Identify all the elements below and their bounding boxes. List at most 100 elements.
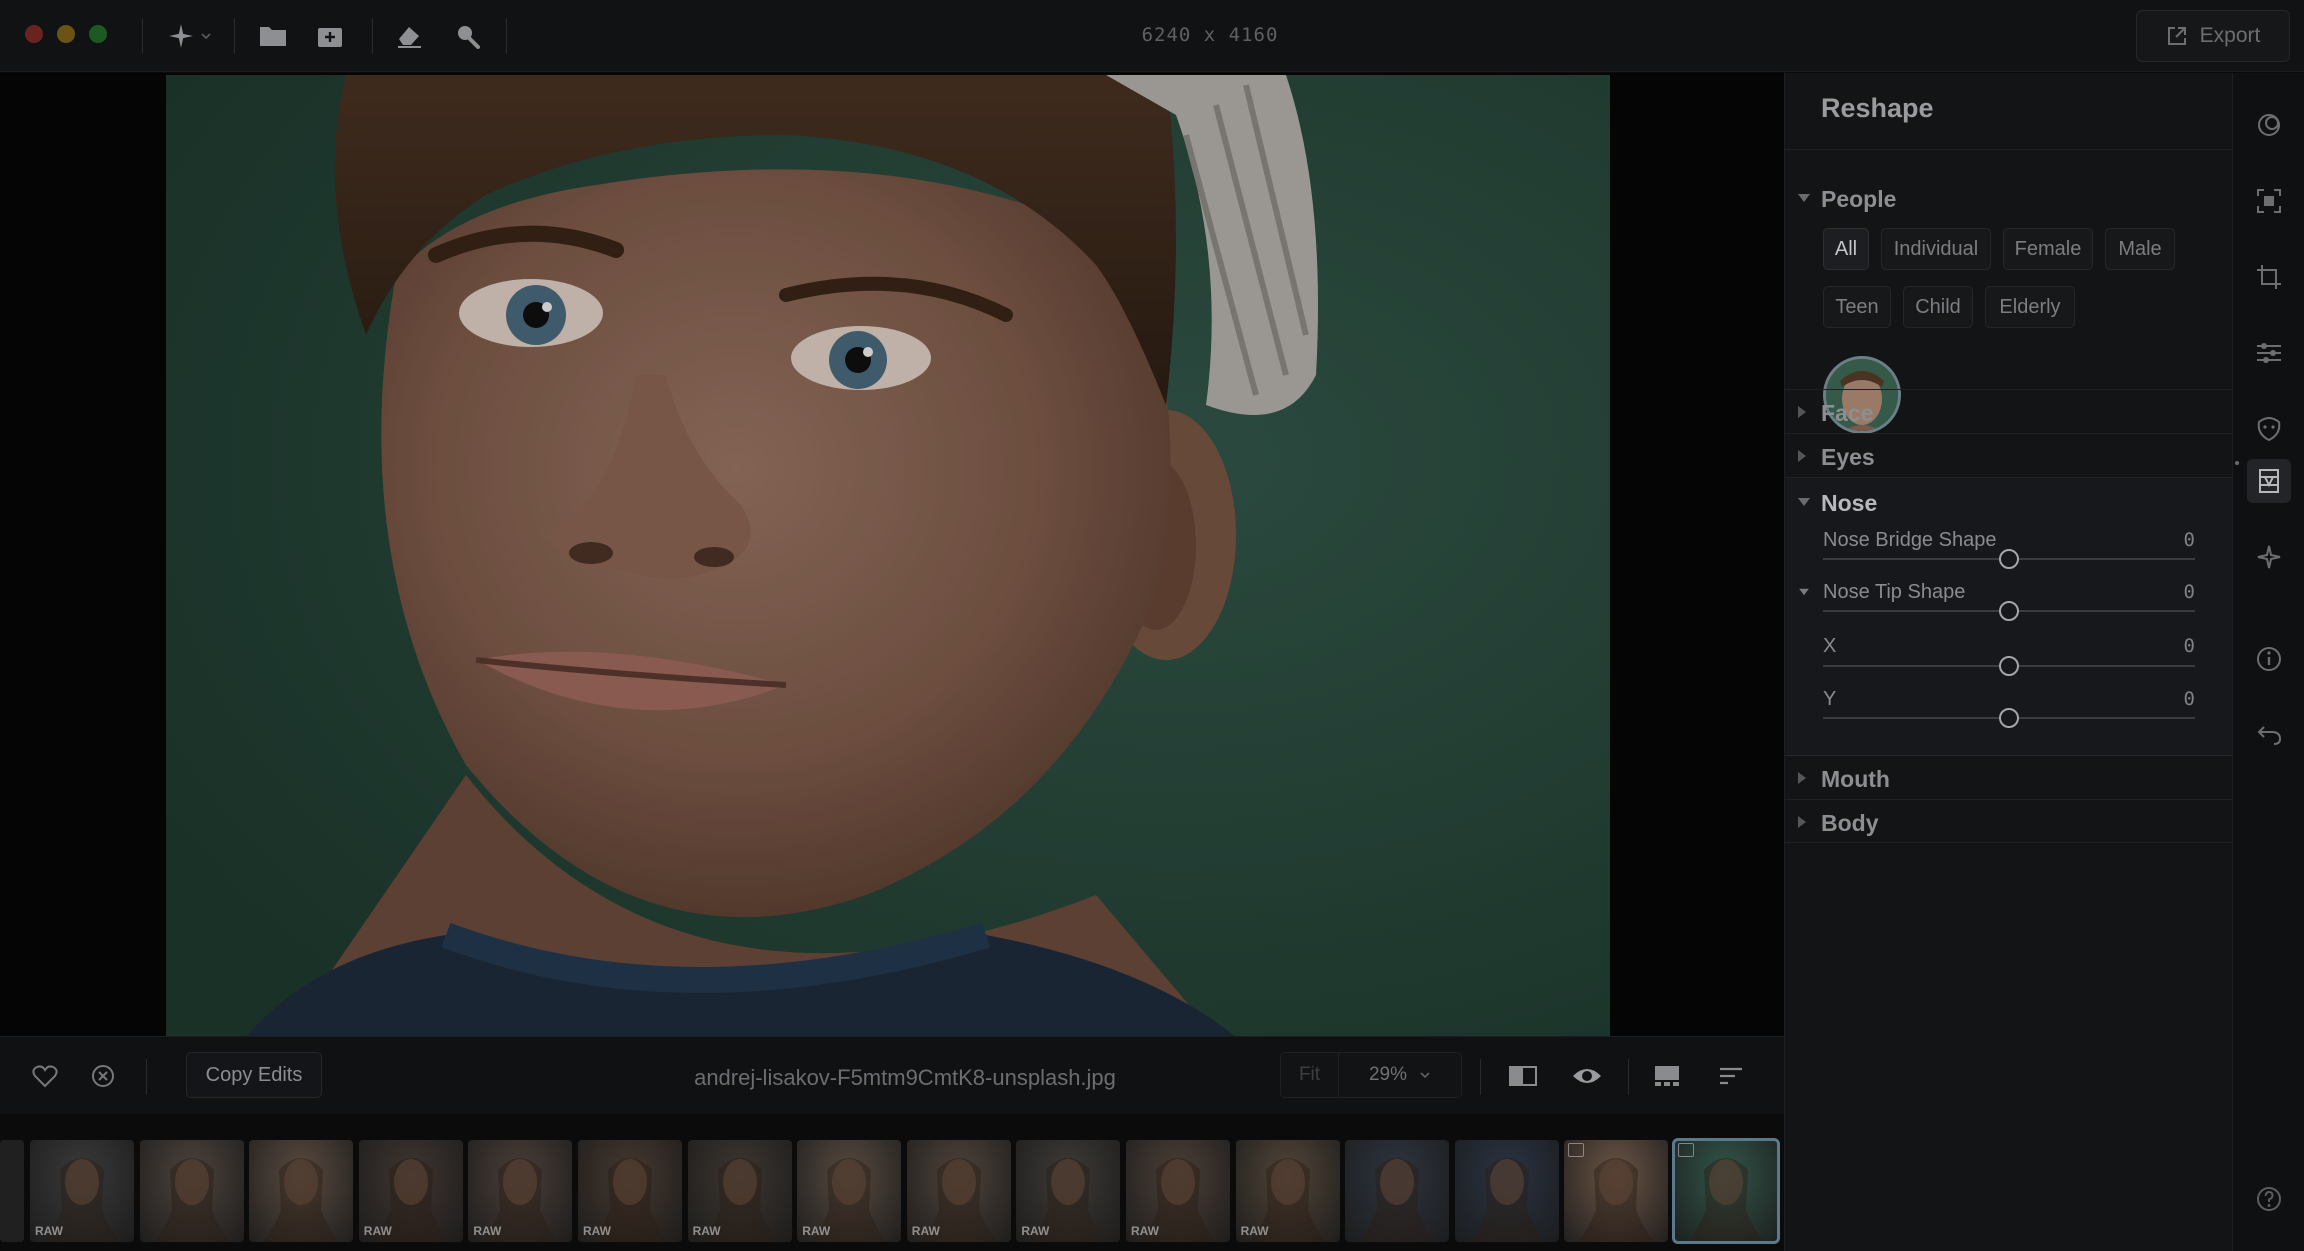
filter-female[interactable]: Female: [2003, 228, 2093, 270]
people-section-header[interactable]: People: [1821, 186, 1896, 213]
infobar-divider: [1628, 1059, 1629, 1095]
infobar-divider: [146, 1059, 147, 1095]
filter-child[interactable]: Child: [1903, 286, 1973, 328]
filter-elderly[interactable]: Elderly: [1985, 286, 2075, 328]
filmstrip-thumbnail[interactable]: RAW: [1235, 1140, 1340, 1242]
filter-individual[interactable]: Individual: [1881, 228, 1991, 270]
mask-icon: [2258, 114, 2280, 136]
body-section[interactable]: Body: [1785, 799, 2233, 843]
preview-toggle-button[interactable]: [1570, 1059, 1604, 1093]
raw-badge: RAW: [1240, 1224, 1269, 1238]
adjustments-tool-button[interactable]: [2247, 331, 2291, 375]
slider-knob[interactable]: [1999, 708, 2019, 728]
window-close-button[interactable]: [25, 25, 43, 43]
slider-knob[interactable]: [1999, 656, 2019, 676]
face-retouch-tool-button[interactable]: [2247, 407, 2291, 451]
thumbnail-image: [153, 1158, 230, 1242]
ai-enhance-tool-button[interactable]: [2247, 535, 2291, 579]
filter-all[interactable]: All: [1823, 228, 1869, 270]
nose-bridge-shape-slider[interactable]: [1823, 549, 2195, 569]
search-button[interactable]: [450, 16, 484, 56]
help-button[interactable]: [2247, 1177, 2291, 1221]
filmstrip-thumbnail[interactable]: RAW: [30, 1140, 134, 1242]
sort-button[interactable]: [1714, 1059, 1748, 1093]
undo-history-button[interactable]: [2247, 713, 2291, 757]
panel-title: Reshape: [1821, 93, 1934, 123]
info-button[interactable]: [2247, 637, 2291, 681]
mouth-section-header: Mouth: [1821, 766, 1890, 792]
portrait-photo: [166, 75, 1610, 1037]
filter-teen[interactable]: Teen: [1823, 286, 1891, 328]
eraser-button[interactable]: [392, 16, 426, 56]
filmstrip-thumbnail[interactable]: RAW: [797, 1140, 902, 1242]
nose-tip-shape-value[interactable]: 0: [2184, 581, 2195, 603]
nose-y-slider[interactable]: [1823, 708, 2195, 728]
filmstrip-thumbnail[interactable]: RAW: [906, 1140, 1011, 1242]
image-canvas[interactable]: [0, 73, 1784, 1037]
compare-button[interactable]: [1506, 1059, 1540, 1093]
select-subject-tool-button[interactable]: [2247, 179, 2291, 223]
raw-badge: RAW: [692, 1224, 721, 1238]
raw-badge: RAW: [911, 1224, 940, 1238]
slider-knob[interactable]: [1999, 549, 2019, 569]
body-section-header: Body: [1821, 810, 1879, 836]
edited-badge-icon: [1568, 1143, 1585, 1157]
nose-x-slider[interactable]: [1823, 656, 2195, 676]
folder-icon: [260, 27, 286, 46]
caret-right-icon: [1798, 816, 1806, 828]
toolbar-divider: [234, 18, 235, 54]
nose-x-value[interactable]: 0: [2184, 635, 2195, 657]
filmstrip-thumbnail[interactable]: RAW: [358, 1140, 463, 1242]
zoom-level-select[interactable]: 29%: [1339, 1064, 1461, 1086]
filmstrip-thumbnail[interactable]: [1564, 1140, 1669, 1242]
raw-badge: RAW: [363, 1224, 392, 1238]
mouth-section[interactable]: Mouth: [1785, 755, 2233, 799]
filmstrip-thumbnail[interactable]: [139, 1140, 244, 1242]
filmstrip-icon: [1655, 1066, 1679, 1086]
filter-male[interactable]: Male: [2105, 228, 2175, 270]
export-button[interactable]: Export: [2136, 10, 2290, 62]
eyes-section[interactable]: Eyes: [1785, 433, 2233, 477]
nose-tip-shape-label[interactable]: Nose Tip Shape: [1823, 581, 1965, 604]
window-maximize-button[interactable]: [89, 25, 107, 43]
filmstrip-thumbnail[interactable]: RAW: [687, 1140, 792, 1242]
raw-badge: RAW: [802, 1224, 831, 1238]
eyes-section-header: Eyes: [1821, 444, 1875, 470]
open-folder-button[interactable]: [256, 16, 290, 56]
nose-tip-shape-slider[interactable]: [1823, 601, 2195, 621]
filmstrip-thumbnail[interactable]: [249, 1140, 354, 1242]
caret-down-icon[interactable]: [1798, 194, 1810, 202]
filmstrip-thumbnail[interactable]: RAW: [578, 1140, 682, 1242]
filmstrip-thumbnail[interactable]: RAW: [468, 1140, 573, 1242]
masking-tool-button[interactable]: [2247, 103, 2291, 147]
favorite-button[interactable]: [28, 1059, 62, 1093]
nose-bridge-shape-value[interactable]: 0: [2184, 529, 2195, 551]
ai-magic-button[interactable]: [160, 16, 220, 56]
face-section[interactable]: Face: [1785, 389, 2233, 433]
reject-button[interactable]: [86, 1059, 120, 1093]
filmstrip-thumbnail-partial[interactable]: [0, 1140, 24, 1242]
caret-down-icon[interactable]: [1799, 588, 1809, 596]
eraser-icon: [398, 27, 421, 48]
filmstrip-thumbnail[interactable]: [1345, 1140, 1450, 1242]
add-image-icon: [318, 28, 342, 47]
info-icon: [2257, 647, 2281, 671]
undo-icon: [2257, 726, 2282, 745]
window-minimize-button[interactable]: [57, 25, 75, 43]
filmstrip-thumbnail[interactable]: RAW: [1126, 1140, 1230, 1242]
add-image-button[interactable]: [314, 16, 348, 56]
reshape-tool-button[interactable]: [2247, 459, 2291, 503]
nose-y-value[interactable]: 0: [2184, 688, 2195, 710]
toolbar-divider: [142, 18, 143, 54]
portrait-image: [166, 75, 1610, 1037]
crop-tool-button[interactable]: [2247, 255, 2291, 299]
filmstrip-toggle-button[interactable]: [1650, 1059, 1684, 1093]
zoom-fit-button[interactable]: Fit: [1281, 1053, 1339, 1097]
filmstrip-thumbnail[interactable]: [1454, 1140, 1559, 1242]
caret-down-icon[interactable]: [1798, 498, 1810, 506]
copy-edits-button[interactable]: Copy Edits: [186, 1052, 322, 1098]
slider-knob[interactable]: [1999, 601, 2019, 621]
filmstrip-thumbnail[interactable]: RAW: [1016, 1140, 1121, 1242]
nose-section-header[interactable]: Nose: [1821, 490, 1877, 517]
filmstrip-thumbnail[interactable]: [1672, 1138, 1780, 1244]
